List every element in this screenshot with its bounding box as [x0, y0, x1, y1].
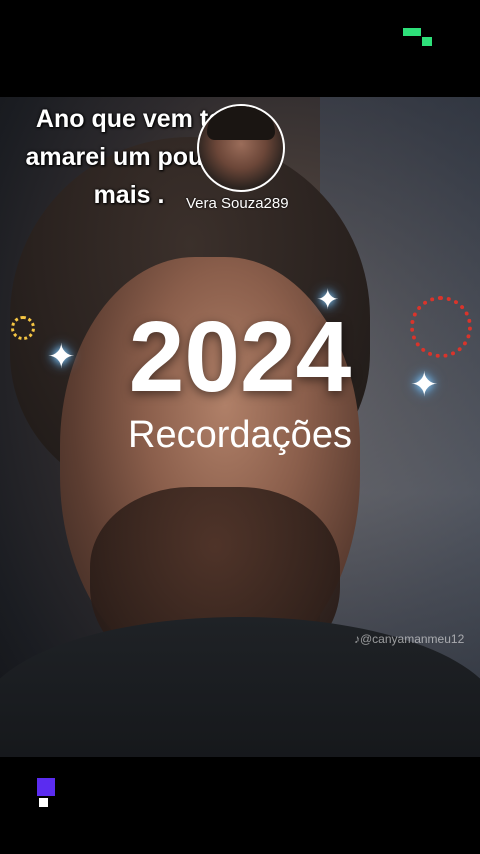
- watermark-text: @canyamanmeu12: [360, 632, 465, 646]
- year-title: 2024: [128, 301, 352, 413]
- red-firework-icon: [410, 296, 472, 358]
- yellow-firework-icon: [11, 316, 35, 340]
- brand-logo-icon: [37, 778, 57, 808]
- creator-avatar[interactable]: [197, 104, 285, 192]
- creator-username[interactable]: Vera Souza289: [186, 195, 289, 212]
- sparkle-icon: ✦: [47, 338, 76, 376]
- sparkle-icon: ✦: [410, 366, 439, 404]
- memories-subtitle: Recordações: [128, 414, 352, 456]
- tiktok-watermark: ♪@canyamanmeu12: [354, 632, 464, 646]
- top-bar: [0, 0, 480, 97]
- app-logo-icon: [403, 28, 433, 48]
- bottom-bar: [0, 757, 480, 854]
